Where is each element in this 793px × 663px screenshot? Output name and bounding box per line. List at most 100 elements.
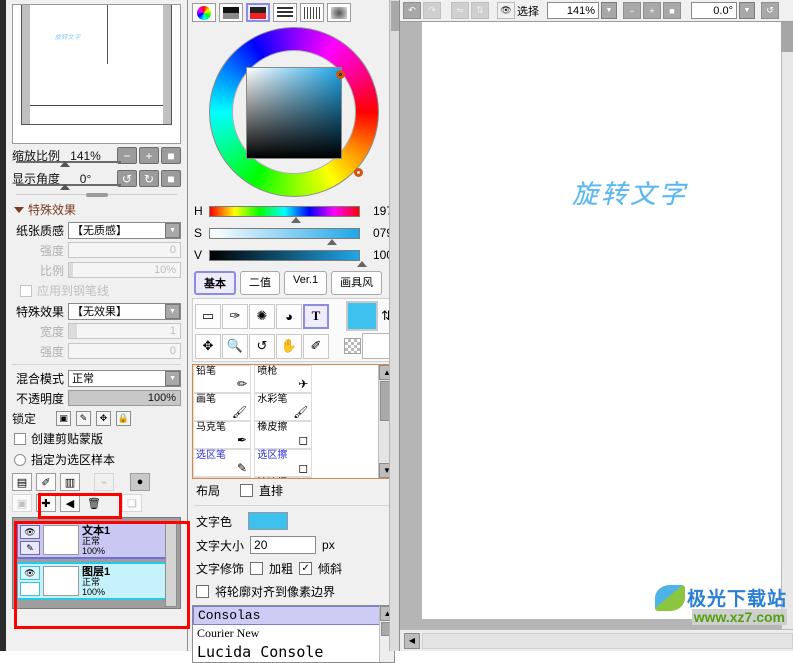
palette-mode-icon[interactable]	[273, 3, 297, 22]
new-linework-layer-icon[interactable]: ✐	[36, 473, 56, 491]
color-wheel-widget[interactable]	[199, 25, 389, 200]
tab-binary[interactable]: 二值	[240, 271, 280, 295]
brush-airbrush[interactable]: 喷枪 ✈	[254, 365, 313, 393]
selection-source-radio[interactable]	[14, 453, 26, 466]
zoom-tool[interactable]: 🔍	[222, 333, 248, 359]
lock-move-icon[interactable]: ✥	[96, 410, 112, 426]
lock-all-icon[interactable]: 🔒	[116, 410, 132, 426]
paper-strength-field[interactable]: 0	[68, 242, 181, 258]
brush-eraser[interactable]: 橡皮擦 ◻	[254, 421, 313, 449]
shape-tool[interactable]: ◕	[276, 303, 302, 329]
add-layer-icon[interactable]: ✚	[36, 494, 56, 512]
zoom-fit-button[interactable]: ■	[663, 2, 681, 19]
transparent-color-icon[interactable]	[344, 338, 361, 354]
layer-lock-slot[interactable]	[20, 582, 40, 596]
saturation-value-square[interactable]	[245, 67, 342, 159]
duplicate-layer-icon[interactable]: ▣	[12, 494, 32, 512]
selection-source-row[interactable]: 指定为选区样本	[6, 449, 187, 470]
value-slider-knob[interactable]	[356, 261, 367, 267]
scroll-thumb[interactable]	[391, 1, 399, 31]
text-tool[interactable]: T	[303, 303, 329, 329]
italic-checkbox[interactable]: ✓	[299, 562, 313, 575]
canvas-viewport[interactable]: 旋转文字	[400, 22, 793, 629]
align-pixel-checkbox[interactable]	[196, 585, 209, 598]
clipping-mask-row[interactable]: 创建剪贴蒙版	[6, 428, 187, 449]
chevron-down-icon[interactable]: ▼	[165, 370, 180, 386]
chevron-down-icon[interactable]: ▼	[601, 2, 617, 19]
angle-slider-track[interactable]	[16, 184, 121, 190]
font-list[interactable]: Consolas Courier New Lucida Console Luci…	[192, 605, 395, 663]
flip-v-icon[interactable]: ⇅	[471, 2, 489, 19]
angle-reset-button[interactable]: ↺	[761, 2, 779, 19]
scroll-track[interactable]	[422, 632, 793, 649]
canvas-text-object[interactable]: 旋转文字	[572, 174, 688, 211]
hue-cursor[interactable]	[353, 168, 363, 177]
merge-down-icon[interactable]: ◀	[60, 494, 80, 512]
special-effect-combo[interactable]: 【无效果】 ▼	[68, 302, 181, 320]
layer-item-layer1[interactable]: 👁 图层1 正常 100%	[16, 562, 177, 600]
tab-basic[interactable]: 基本	[194, 271, 236, 295]
text-color-swatch[interactable]	[248, 512, 289, 530]
canvas-zoom-field[interactable]: 141%	[547, 2, 599, 19]
tab-ver1[interactable]: Ver.1	[284, 271, 328, 295]
new-folder-icon[interactable]: ▥	[60, 473, 80, 491]
zoom-slider-knob[interactable]	[60, 161, 71, 167]
gray-bars-mode-icon[interactable]	[219, 3, 243, 22]
font-item-consolas[interactable]: Consolas	[193, 606, 394, 625]
middle-panel-scrollbar[interactable]	[389, 0, 399, 651]
lasso-select-tool[interactable]: ✑	[222, 303, 248, 329]
paper-scale-field[interactable]: 10%	[68, 262, 181, 278]
zoom-in-button[interactable]: +	[643, 2, 661, 19]
vertical-layout-checkbox[interactable]	[240, 484, 254, 497]
effect-width-field[interactable]: 1	[68, 323, 181, 339]
saturation-slider[interactable]	[209, 227, 360, 239]
navigator-thumbnail[interactable]: 旋转文字	[12, 4, 181, 144]
move-tool[interactable]: ✥	[195, 333, 221, 359]
effect-strength-field[interactable]: 0	[68, 343, 181, 359]
lock-pixels-icon[interactable]: ✎	[76, 410, 92, 426]
text-size-input[interactable]: 20	[250, 536, 317, 554]
canvas-angle-field[interactable]: 0.0°	[691, 2, 737, 19]
scratchpad-mode-icon[interactable]	[327, 3, 351, 22]
eye-icon[interactable]: 👁	[20, 525, 40, 539]
brush-marker[interactable]: 马克笔 ✒	[193, 421, 251, 449]
hue-slider[interactable]	[209, 205, 360, 217]
brush-grid[interactable]: 铅笔 ✏ 喷枪 ✈ 画笔 🖌 水彩笔 🖌 马克笔 ✒ 橡皮擦 ◻ 选区笔 ✎ 选区擦 ◻ 油漆桶…	[192, 364, 395, 479]
lock-transparency-icon[interactable]: ▣	[56, 410, 72, 426]
sv-cursor[interactable]	[335, 70, 345, 79]
canvas-vertical-scrollbar[interactable]	[781, 22, 793, 629]
apply-to-pen-row[interactable]: 应用到钢笔线	[6, 280, 187, 301]
undo-icon[interactable]: ↶	[403, 2, 421, 19]
swatch-grid-mode-icon[interactable]	[300, 3, 324, 22]
chevron-down-icon[interactable]: ▼	[739, 2, 755, 19]
brush-pencil[interactable]: 铅笔 ✏	[193, 365, 251, 393]
canvas-horizontal-scrollbar[interactable]: ◀	[400, 629, 793, 651]
brush-bucket[interactable]: 油漆桶⛽	[254, 477, 313, 478]
layer-list[interactable]: 👁 ✎ 文本1 正常 100% 👁 图层1 正常 100%	[12, 517, 181, 609]
zoom-reset-button[interactable]: ■	[161, 147, 181, 164]
copy-layer-icon[interactable]: ❏	[122, 494, 142, 512]
new-layer-icon[interactable]: ▤	[12, 473, 32, 491]
paper-texture-combo[interactable]: 【无质感】 ▼	[68, 221, 181, 239]
angle-slider-knob[interactable]	[60, 184, 71, 190]
zoom-out-button[interactable]: −	[623, 2, 641, 19]
font-item-lucida-console[interactable]: Lucida Console	[193, 642, 394, 662]
eye-icon[interactable]: 👁	[20, 566, 40, 580]
brush-empty-1[interactable]	[193, 477, 251, 478]
chevron-down-icon[interactable]: ▼	[165, 222, 180, 238]
font-item-courier-new[interactable]: Courier New	[193, 625, 394, 642]
merge-icon[interactable]: ⌁	[94, 473, 114, 491]
rect-select-tool[interactable]: ▭	[195, 303, 221, 329]
eyedropper-tool[interactable]: ✐	[303, 333, 329, 359]
zoom-slider-track[interactable]	[16, 161, 121, 167]
background-color-swatch[interactable]	[362, 333, 392, 359]
value-slider[interactable]	[209, 249, 360, 261]
rgb-bars-mode-icon[interactable]	[246, 3, 270, 22]
hand-tool[interactable]: ✋	[276, 333, 302, 359]
magic-wand-tool[interactable]: ✺	[249, 303, 275, 329]
arrow-left-icon[interactable]: ◀	[404, 632, 420, 649]
preview-eye-icon[interactable]: 👁	[497, 2, 515, 19]
scroll-thumb[interactable]	[781, 22, 793, 52]
opacity-slider[interactable]: 100%	[68, 390, 181, 406]
clipping-mask-checkbox[interactable]	[14, 432, 26, 445]
